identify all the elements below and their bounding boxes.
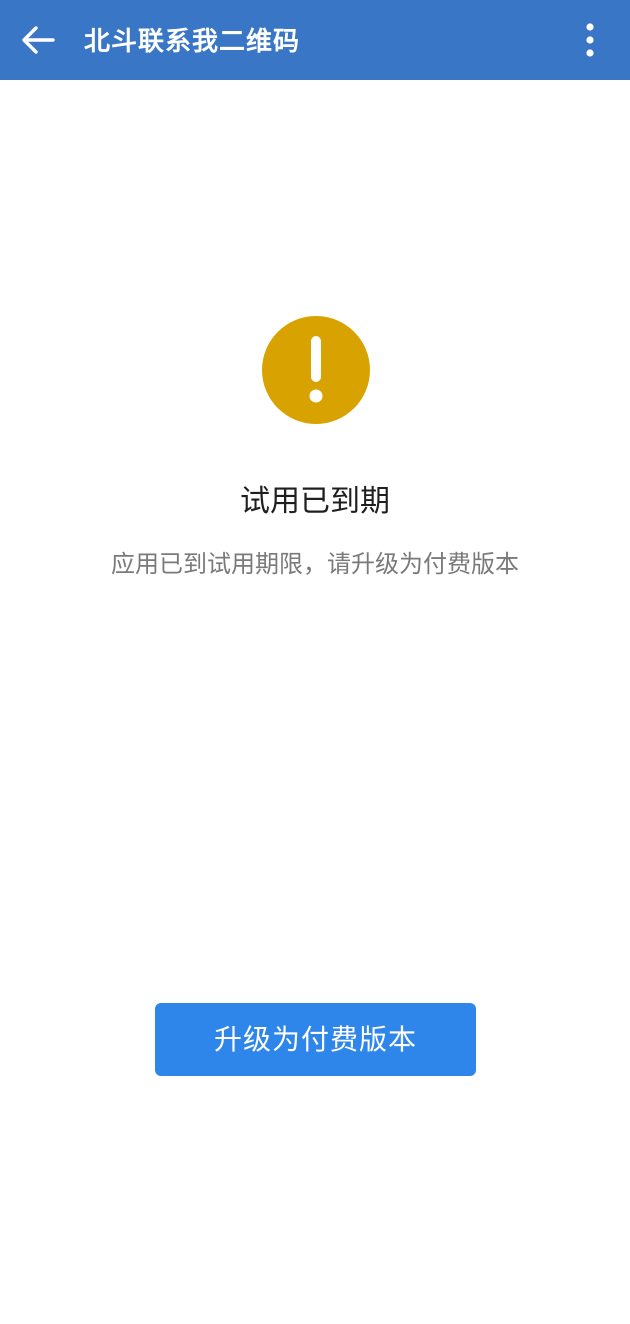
upgrade-button[interactable]: 升级为付费版本 bbox=[155, 1003, 476, 1076]
app-title: 北斗联系我二维码 bbox=[84, 27, 301, 57]
more-options-button[interactable] bbox=[570, 20, 610, 60]
trial-expired-message: 应用已到试用期限，请升级为付费版本 bbox=[111, 550, 519, 578]
trial-expired-screen: 北斗联系我二维码 试用已到期 应用已到试用期限，请升级为付费版本 升级为付费版本 bbox=[0, 0, 630, 1324]
app-bar: 北斗联系我二维码 bbox=[0, 0, 630, 80]
back-button[interactable] bbox=[18, 20, 58, 60]
trial-expired-heading: 试用已到期 bbox=[240, 484, 390, 519]
arrow-left-icon bbox=[22, 26, 55, 54]
warning-icon bbox=[262, 316, 370, 424]
more-vertical-icon bbox=[586, 23, 594, 57]
